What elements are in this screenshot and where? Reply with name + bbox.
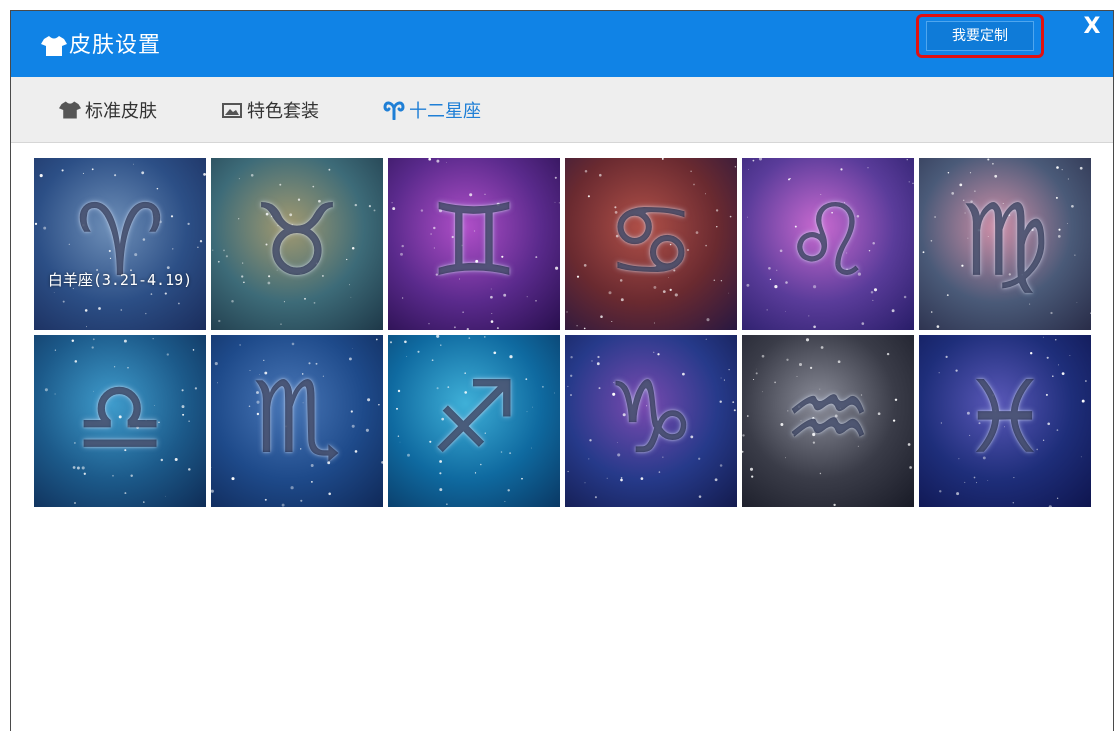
tshirt-icon: [41, 36, 67, 56]
zodiac-caption: 白羊座(3.21-4.19): [47, 271, 193, 289]
title-bar: 皮肤设置 我要定制 X: [11, 11, 1113, 77]
picture-icon: [222, 103, 242, 118]
taurus-icon: ♉: [252, 182, 342, 299]
skin-settings-dialog: 皮肤设置 我要定制 X 标准皮肤 特色套装 十二星座 ♈白羊座(3.21-4.: [10, 10, 1114, 731]
cancer-icon: ♋: [606, 182, 696, 299]
aries-icon: [383, 101, 405, 120]
capricorn-icon: ♑: [606, 359, 696, 476]
zodiac-tile-libra[interactable]: ♎: [34, 335, 206, 507]
leo-icon: ♌: [783, 182, 873, 299]
zodiac-tile-virgo[interactable]: ♍: [919, 158, 1091, 330]
tab-featured-sets[interactable]: 特色套装: [221, 97, 319, 123]
zodiac-tile-leo[interactable]: ♌: [742, 158, 914, 330]
tshirt-icon: [59, 101, 81, 119]
zodiac-tile-aries[interactable]: ♈ 白羊座(3.21-4.19): [34, 158, 206, 330]
dialog-title: 皮肤设置: [69, 33, 162, 58]
libra-icon: ♎: [75, 359, 165, 476]
tab-standard-skins[interactable]: 标准皮肤: [59, 97, 157, 123]
tab-label: 特色套装: [247, 101, 319, 122]
pisces-icon: ♓: [960, 359, 1050, 476]
zodiac-tile-aquarius[interactable]: ♒: [742, 335, 914, 507]
zodiac-tile-cancer[interactable]: ♋: [565, 158, 737, 330]
zodiac-tile-taurus[interactable]: ♉: [211, 158, 383, 330]
tab-zodiac[interactable]: 十二星座: [383, 97, 481, 123]
tab-bar: 标准皮肤 特色套装 十二星座: [11, 77, 1113, 143]
zodiac-tile-gemini[interactable]: ♊: [388, 158, 560, 330]
sagittarius-icon: ♐: [429, 359, 519, 476]
virgo-icon: ♍: [960, 182, 1050, 299]
close-button[interactable]: X: [1079, 15, 1105, 41]
customize-button[interactable]: 我要定制: [926, 21, 1034, 51]
tab-label: 十二星座: [409, 101, 481, 122]
zodiac-tile-pisces[interactable]: ♓: [919, 335, 1091, 507]
gemini-icon: ♊: [429, 182, 519, 299]
zodiac-skin-grid: ♈ 白羊座(3.21-4.19) ♉ ♊ ♋ ♌ ♍ ♎ ♏ ♐ ♑ ♒ ♓: [34, 158, 1091, 507]
zodiac-tile-sagittarius[interactable]: ♐: [388, 335, 560, 507]
zodiac-tile-capricorn[interactable]: ♑: [565, 335, 737, 507]
scorpio-icon: ♏: [252, 359, 342, 476]
aquarius-icon: ♒: [783, 359, 873, 476]
zodiac-tile-scorpio[interactable]: ♏: [211, 335, 383, 507]
tab-label: 标准皮肤: [85, 101, 157, 122]
